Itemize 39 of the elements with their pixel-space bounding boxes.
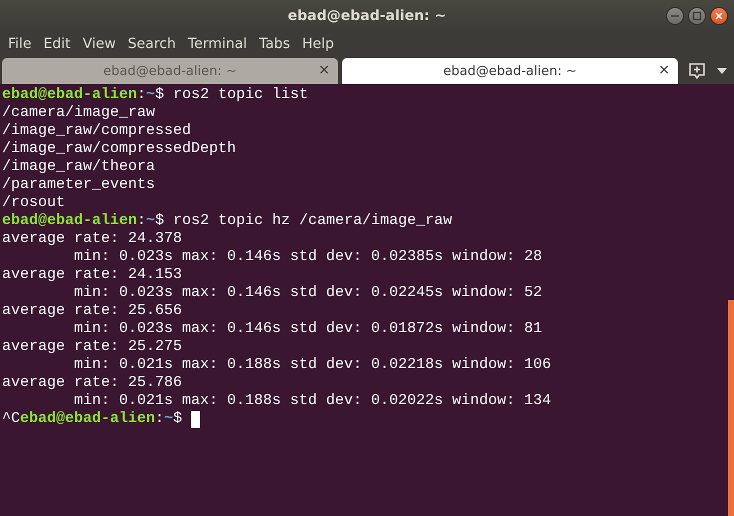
- output-line: /camera/image_raw: [2, 104, 156, 122]
- window-title: ebad@ebad-alien: ~: [288, 8, 446, 24]
- output-line: /parameter_events: [2, 176, 156, 194]
- output-line: average rate: 25.786: [2, 374, 182, 392]
- tab[interactable]: ebad@ebad-alien: ~ ×: [2, 58, 338, 84]
- output-line: /image_raw/theora: [2, 158, 156, 176]
- dropdown-arrow-icon[interactable]: [716, 68, 726, 74]
- output-line: average rate: 24.153: [2, 266, 182, 284]
- scrollbar-thumb[interactable]: [728, 300, 734, 516]
- output-line: min: 0.021s max: 0.188s std dev: 0.02218s window: 106: [73, 356, 552, 374]
- output-line: /image_raw/compressedDepth: [2, 140, 236, 158]
- minimize-button[interactable]: [666, 7, 684, 25]
- maximize-icon: [692, 11, 702, 21]
- tab[interactable]: ebad@ebad-alien: ~ ×: [342, 58, 678, 84]
- menu-item[interactable]: Edit: [37, 33, 77, 55]
- new-tab-icon[interactable]: [688, 63, 706, 79]
- menu-item[interactable]: Terminal: [182, 33, 254, 55]
- output-line: average rate: 25.656: [2, 302, 182, 320]
- prompt-line: ebad@ebad-alien:~$ ros2 topic list: [2, 86, 308, 104]
- prompt-line: ebad@ebad-alien:~$ ros2 topic hz /camera/image_raw: [2, 212, 452, 230]
- menu-item[interactable]: Search: [122, 33, 182, 55]
- close-icon: [714, 11, 724, 21]
- menu-item[interactable]: File: [2, 33, 38, 55]
- output-line: /image_raw/compressed: [2, 122, 192, 140]
- output-line: average rate: 24.378: [2, 230, 182, 248]
- tab-close-button[interactable]: ×: [658, 62, 670, 78]
- prompt-line: ^Cebad@ebad-alien:~$: [2, 410, 184, 428]
- output-line: min: 0.023s max: 0.146s std dev: 0.02245s window: 52: [73, 284, 542, 302]
- close-button[interactable]: [710, 7, 728, 25]
- tab-close-button[interactable]: ×: [318, 62, 330, 78]
- output-line: min: 0.023s max: 0.146s std dev: 0.01872s window: 81: [73, 320, 542, 338]
- output-line: min: 0.021s max: 0.188s std dev: 0.02022s window: 134: [73, 392, 552, 410]
- menu-item[interactable]: Tabs: [253, 33, 296, 55]
- menu-item[interactable]: View: [76, 33, 122, 55]
- menu-item[interactable]: Help: [296, 33, 340, 55]
- output-line: /rosout: [2, 194, 66, 212]
- output-line: min: 0.023s max: 0.146s std dev: 0.02385s window: 28: [73, 248, 542, 266]
- output-line: average rate: 25.275: [2, 338, 182, 356]
- maximize-button[interactable]: [688, 7, 706, 25]
